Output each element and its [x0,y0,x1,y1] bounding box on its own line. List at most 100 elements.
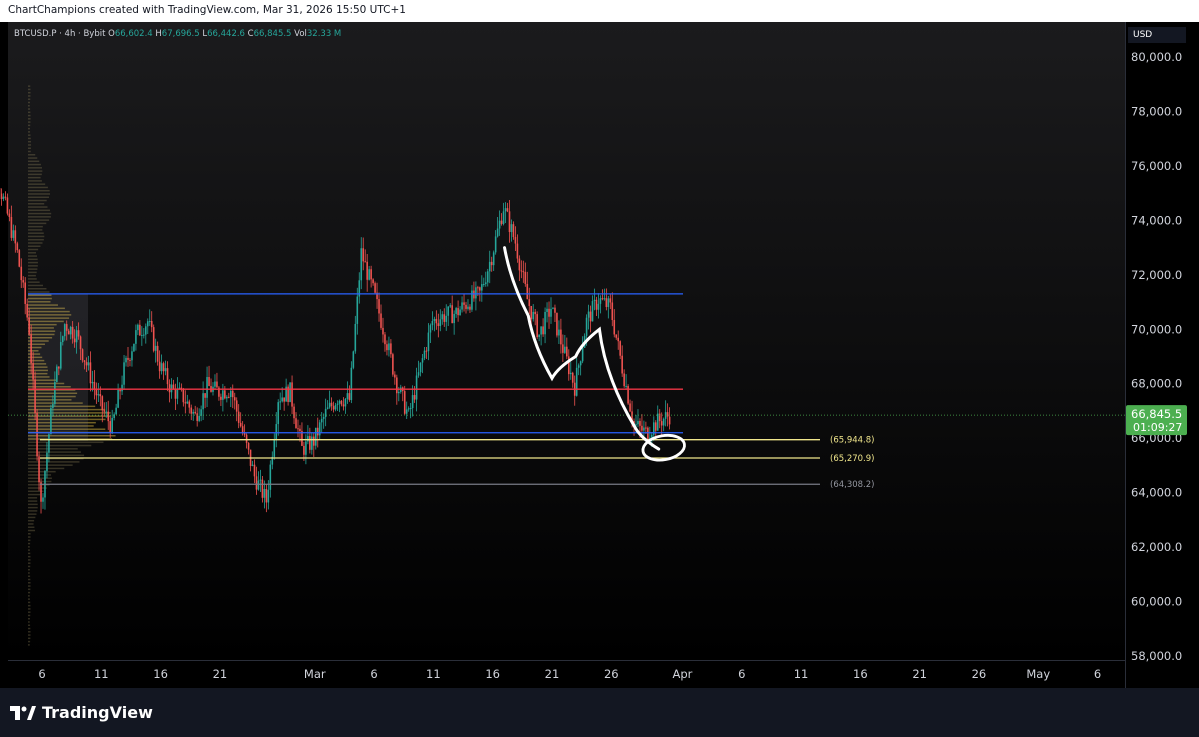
candle-body [18,250,21,267]
candle-body [411,395,414,409]
volume-profile-bar [28,578,31,581]
candle-body [403,391,406,414]
candle-body [542,326,544,335]
volume-profile-bar [28,189,50,192]
candle-body [427,332,430,352]
volume-value: 32.33 M [306,29,342,39]
volume-profile-bar [28,170,43,172]
candle-body [524,271,527,284]
candle-body [435,318,438,324]
candle-body [459,309,461,316]
volume-profile-bar [28,464,73,466]
candle-body [245,434,248,443]
candle-body [291,382,293,407]
candle-body [556,312,558,336]
candle-body [318,422,321,436]
candle-body [494,236,497,253]
volume-profile-bar [28,608,31,610]
candle-body [597,303,600,310]
volume-profile-bar [28,284,43,287]
volume-profile-bar [28,278,37,280]
price-tick-label: 60,000.0 [1131,595,1182,609]
time-tick-label: 26 [604,667,619,681]
candle-body [59,342,62,369]
ohlc-legend: BTCUSD.P · 4h · Bybit O66,602.4 H67,696.… [14,29,341,39]
volume-profile-bar [28,114,31,117]
candle-body [560,329,562,345]
candle-body [536,314,538,337]
volume-profile-bar [28,225,43,228]
candle-body [629,403,631,412]
candle-body [160,363,163,372]
candle-body [214,381,216,387]
volume-profile-bar [28,235,45,238]
volume-profile-bar [28,516,36,519]
time-tick-label: 6 [738,667,745,681]
candle-body [615,334,618,338]
candle-body [433,318,436,322]
candle-body [534,311,536,315]
volume-profile-bar [28,601,31,604]
volume-profile-bar [28,559,31,561]
candle-body [577,365,580,368]
tradingview-logo[interactable]: TradingView [10,703,153,722]
candle-body [330,402,333,407]
candle-body [439,319,442,327]
candle-body [297,428,299,430]
candle-body [109,421,112,433]
volume-profile-bar [28,585,31,587]
candle-body [233,397,236,401]
volume-profile-bar [28,644,30,646]
candle-body [107,411,110,422]
open-value: 66,602.4 [114,29,153,39]
candle-body [508,211,511,233]
candle-body [144,326,147,335]
candle-body [621,355,623,374]
volume-profile-bar [28,634,31,636]
price-tick-label: 78,000.0 [1131,104,1182,118]
candle-body [289,382,291,402]
currency-selector[interactable]: USD [1128,27,1186,43]
candle-body [73,338,76,343]
candle-body [425,350,428,352]
volume-profile-bar [28,510,38,512]
candle-body [591,301,594,322]
brand-name: TradingView [42,703,153,722]
volume-profile-bar [28,291,50,293]
candle-body [528,299,531,306]
time-tick-label: 16 [153,667,168,681]
candle-body [188,401,191,408]
candle-body [520,270,523,272]
candle-body [530,305,533,320]
candle-body [281,397,283,402]
volume-profile [28,85,116,646]
candle-body [336,403,339,405]
volume-profile-bar [28,193,51,195]
candle-body [174,388,177,399]
candle-body [22,280,25,283]
candle-body [275,424,278,440]
current-price-value: 66,845.5 [1131,407,1182,421]
candle-body [61,336,64,343]
volume-profile-bar [28,572,30,574]
level-label: (65,270.9) [830,454,874,464]
candle-body [202,393,204,410]
volume-profile-bar [28,441,104,444]
volume-profile-bar [28,549,30,551]
volume-profile-bar [28,631,31,633]
candle-body [569,372,572,375]
candle-body [441,314,444,320]
candle-body [216,381,218,388]
candle-body [338,400,341,404]
time-tick-label: 6 [38,667,45,681]
volume-profile-bar [28,268,38,270]
volume-profile-bar [28,88,31,91]
footer [0,688,1199,737]
candle-body [668,416,671,425]
candle-body [451,305,453,324]
candle-body [585,317,588,336]
volume-profile-bar [28,529,36,532]
volume-profile-bar [28,229,43,231]
symbol-label[interactable]: BTCUSD.P · 4h · Bybit [14,29,105,39]
candle-body [637,421,639,425]
